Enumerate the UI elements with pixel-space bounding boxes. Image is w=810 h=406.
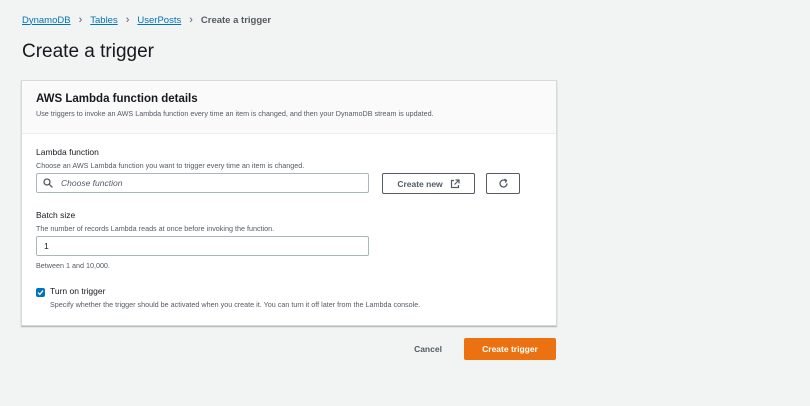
chevron-right-icon: › (78, 13, 83, 26)
create-new-label: Create new (397, 178, 443, 189)
panel-header: AWS Lambda function details Use triggers… (22, 81, 556, 134)
breadcrumb-tables[interactable]: Tables (90, 15, 117, 26)
lambda-function-label: Lambda function (36, 147, 99, 157)
turn-on-trigger-checkbox[interactable] (36, 288, 45, 297)
chevron-right-icon: › (189, 13, 193, 26)
batch-size-description: The number of records Lambda reads at on… (36, 224, 275, 233)
chevron-right-icon: › (125, 13, 130, 26)
turn-on-trigger-label: Turn on trigger (50, 286, 106, 296)
turn-on-trigger-description: Specify whether the trigger should be ac… (50, 300, 421, 309)
panel-title: AWS Lambda function details (36, 93, 198, 105)
checkmark-icon (37, 289, 44, 296)
cancel-button[interactable]: Cancel (400, 338, 456, 360)
page-title: Create a trigger (22, 41, 155, 62)
breadcrumb-userposts[interactable]: UserPosts (137, 15, 181, 26)
batch-size-label: Batch size (36, 210, 76, 220)
refresh-button[interactable] (486, 173, 520, 194)
create-trigger-button[interactable]: Create trigger (464, 338, 556, 360)
breadcrumb-dynamodb[interactable]: DynamoDB (22, 15, 71, 26)
lambda-function-placeholder: Choose function (61, 178, 123, 188)
external-link-icon (450, 178, 460, 189)
batch-size-constraint: Between 1 and 10,000. (36, 261, 110, 270)
create-new-button[interactable]: Create new (382, 173, 475, 194)
lambda-function-description: Choose an AWS Lambda function you want t… (36, 161, 305, 170)
breadcrumb-current: Create a trigger (200, 14, 272, 26)
lambda-details-panel: AWS Lambda function details Use triggers… (21, 80, 557, 326)
batch-size-value: 1 (44, 241, 49, 251)
refresh-icon (498, 178, 509, 189)
lambda-function-select[interactable]: Choose function (36, 173, 369, 193)
breadcrumb: DynamoDB › Tables › UserPosts › Create a… (22, 13, 271, 27)
search-icon (43, 178, 53, 188)
batch-size-input[interactable]: 1 (36, 236, 369, 256)
panel-description: Use triggers to invoke an AWS Lambda fun… (36, 109, 434, 118)
